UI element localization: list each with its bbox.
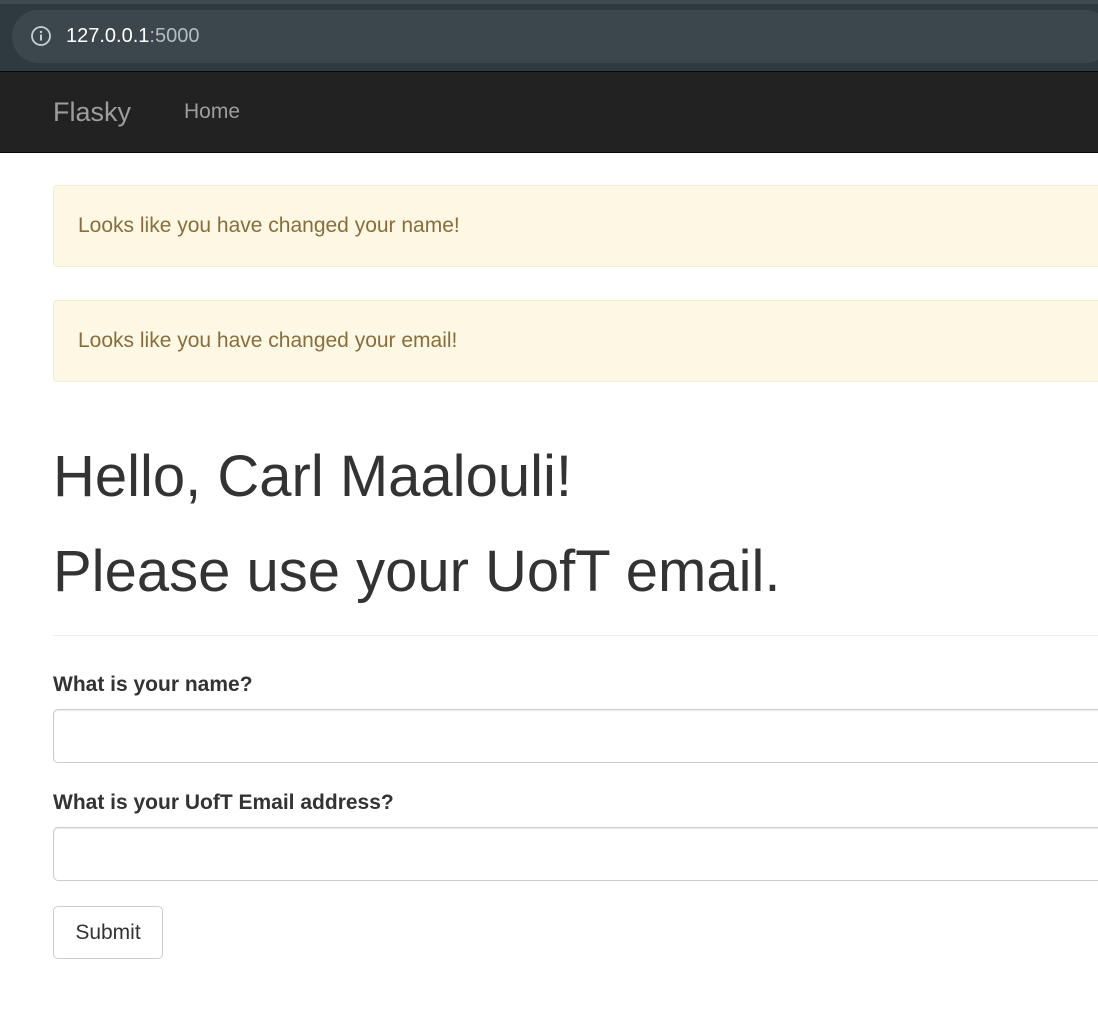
submit-button[interactable]: Submit — [53, 906, 163, 959]
flash-alert-name: Looks like you have changed your name! — [53, 185, 1098, 267]
flash-alert-email: Looks like you have changed your email! — [53, 300, 1098, 382]
name-input[interactable] — [53, 709, 1098, 763]
greeting-heading: Hello, Carl Maalouli! — [53, 444, 572, 509]
url-host: 127.0.0.1 — [66, 25, 150, 47]
navbar-brand[interactable]: Flasky — [53, 96, 131, 128]
page-header-divider — [53, 635, 1098, 636]
instruction-heading: Please use your UofT email. — [53, 539, 781, 604]
info-icon[interactable] — [30, 25, 52, 47]
browser-toolbar: 127.0.0.1:5000 — [0, 0, 1098, 71]
email-input[interactable] — [53, 827, 1098, 881]
url-text[interactable]: 127.0.0.1:5000 — [66, 24, 199, 48]
navbar: Flasky Home — [0, 71, 1098, 153]
address-bar[interactable]: 127.0.0.1:5000 — [12, 10, 1098, 63]
name-label: What is your name? — [53, 673, 253, 696]
email-label: What is your UofT Email address? — [53, 791, 394, 814]
nav-item-home[interactable]: Home — [184, 99, 240, 125]
url-port: :5000 — [149, 25, 200, 47]
